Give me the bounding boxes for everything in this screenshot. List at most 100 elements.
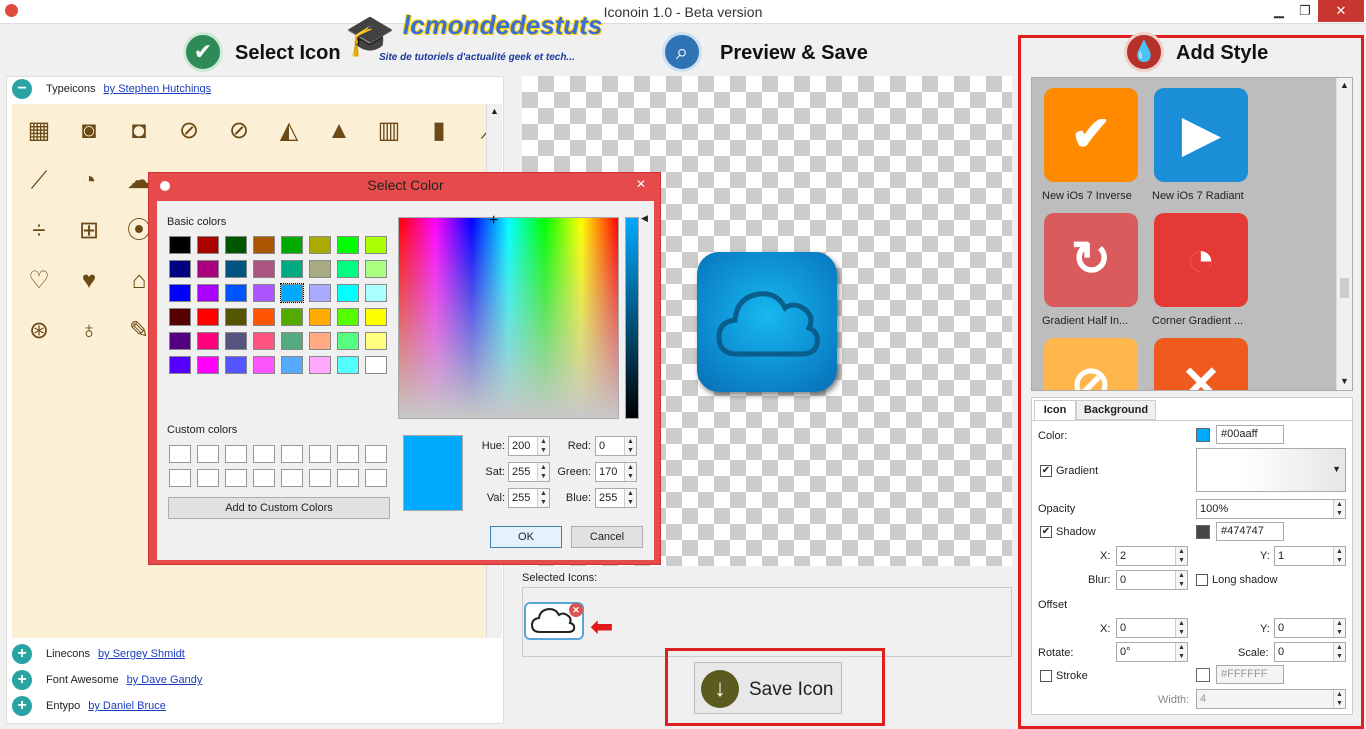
library-author-link[interactable]: by Dave Gandy bbox=[127, 674, 203, 686]
spin-arrows[interactable]: ▲ ▼ bbox=[1333, 643, 1345, 661]
basic-color-swatch[interactable] bbox=[337, 284, 359, 302]
basic-color-swatch[interactable] bbox=[309, 332, 331, 350]
tab-icon[interactable]: Icon bbox=[1034, 400, 1076, 420]
custom-color-swatch[interactable] bbox=[253, 469, 275, 487]
basic-color-swatch[interactable] bbox=[169, 308, 191, 326]
basic-color-swatch[interactable] bbox=[309, 356, 331, 374]
ok-button[interactable]: OK bbox=[490, 526, 562, 548]
spin-arrows[interactable]: ▲ ▼ bbox=[1175, 643, 1187, 661]
add-custom-colors-button[interactable]: Add to Custom Colors bbox=[168, 497, 390, 519]
red-input[interactable]: 0 ▲ ▼ bbox=[595, 436, 637, 456]
basic-color-swatch[interactable] bbox=[253, 308, 275, 326]
val-input[interactable]: 255 ▲ ▼ bbox=[508, 488, 550, 508]
basic-color-swatch[interactable] bbox=[225, 332, 247, 350]
library-icon-item[interactable]: ◘ bbox=[124, 116, 154, 146]
library-icon-item[interactable]: ⊞ bbox=[74, 216, 104, 246]
long-shadow-checkbox[interactable] bbox=[1196, 574, 1208, 586]
spin-arrows[interactable]: ▲ ▼ bbox=[537, 463, 549, 481]
library-icon-item[interactable]: ◔ bbox=[74, 166, 104, 196]
custom-color-swatch[interactable] bbox=[281, 445, 303, 463]
basic-color-swatch[interactable] bbox=[169, 260, 191, 278]
spin-arrows[interactable]: ▲ ▼ bbox=[624, 489, 636, 507]
remove-selected-icon[interactable]: ✕ bbox=[569, 603, 583, 617]
library-icon-item[interactable]: ▲ bbox=[324, 116, 354, 146]
custom-color-swatch[interactable] bbox=[337, 445, 359, 463]
basic-color-swatch[interactable] bbox=[197, 332, 219, 350]
scroll-up-icon[interactable]: ▲ bbox=[1340, 80, 1349, 90]
spin-arrows[interactable]: ▲ ▼ bbox=[624, 437, 636, 455]
expand-icon[interactable]: + bbox=[12, 644, 32, 664]
basic-color-swatch[interactable] bbox=[169, 332, 191, 350]
basic-color-swatch[interactable] bbox=[197, 236, 219, 254]
shadow-y-input[interactable]: 1 ▲ ▼ bbox=[1274, 546, 1346, 566]
basic-color-swatch[interactable] bbox=[225, 284, 247, 302]
basic-color-swatch[interactable] bbox=[365, 332, 387, 350]
custom-color-swatch[interactable] bbox=[169, 445, 191, 463]
scroll-up-icon[interactable]: ▲ bbox=[490, 106, 499, 116]
library-icon-item[interactable]: ♁ bbox=[74, 316, 104, 346]
custom-color-swatch[interactable] bbox=[365, 445, 387, 463]
basic-color-swatch[interactable] bbox=[169, 236, 191, 254]
style-tile[interactable]: ▶ bbox=[1154, 88, 1248, 182]
color-field[interactable]: #00aaff bbox=[1216, 425, 1284, 444]
basic-color-swatch[interactable] bbox=[365, 284, 387, 302]
color-swatch[interactable] bbox=[1196, 428, 1210, 442]
library-icon-item[interactable]: ⊘ bbox=[174, 116, 204, 146]
basic-color-swatch[interactable] bbox=[225, 356, 247, 374]
stroke-checkbox[interactable] bbox=[1040, 670, 1052, 682]
basic-color-swatch[interactable] bbox=[309, 284, 331, 302]
hue-input[interactable]: 200 ▲ ▼ bbox=[508, 436, 550, 456]
library-icon-item[interactable]: ▥ bbox=[374, 116, 404, 146]
scroll-thumb[interactable] bbox=[1340, 278, 1349, 298]
expand-icon[interactable]: + bbox=[12, 696, 32, 716]
gradient-checkbox[interactable]: ✔ bbox=[1040, 465, 1052, 477]
basic-color-swatch[interactable] bbox=[280, 283, 304, 303]
basic-color-swatch[interactable] bbox=[281, 332, 303, 350]
custom-color-swatch[interactable] bbox=[225, 445, 247, 463]
style-tile[interactable]: ⊘ bbox=[1044, 338, 1138, 390]
custom-color-swatch[interactable] bbox=[365, 469, 387, 487]
shadow-x-input[interactable]: 2 ▲ ▼ bbox=[1116, 546, 1188, 566]
library-icon-item[interactable]: ⟋ bbox=[474, 116, 486, 146]
library-icon-item[interactable]: ▮ bbox=[424, 116, 454, 146]
basic-color-swatch[interactable] bbox=[337, 332, 359, 350]
basic-color-swatch[interactable] bbox=[197, 284, 219, 302]
shadow-color-field[interactable]: #474747 bbox=[1216, 522, 1284, 541]
stroke-color-field[interactable]: #FFFFFF bbox=[1216, 665, 1284, 684]
spin-arrows[interactable]: ▲ ▼ bbox=[537, 489, 549, 507]
basic-color-swatch[interactable] bbox=[253, 236, 275, 254]
dialog-close-button[interactable]: ✕ bbox=[627, 175, 655, 193]
library-icon-item[interactable]: ÷ bbox=[24, 216, 54, 246]
basic-color-swatch[interactable] bbox=[365, 308, 387, 326]
gradient-dropdown[interactable]: ▼ bbox=[1196, 448, 1346, 492]
offset-y-input[interactable]: 0 ▲ ▼ bbox=[1274, 618, 1346, 638]
spin-arrows[interactable]: ▲ ▼ bbox=[1175, 547, 1187, 565]
basic-color-swatch[interactable] bbox=[197, 356, 219, 374]
scale-input[interactable]: 0 ▲ ▼ bbox=[1274, 642, 1346, 662]
custom-color-swatch[interactable] bbox=[309, 445, 331, 463]
opacity-input[interactable]: 100% ▲ ▼ bbox=[1196, 499, 1346, 519]
sat-input[interactable]: 255 ▲ ▼ bbox=[508, 462, 550, 482]
custom-color-swatch[interactable] bbox=[281, 469, 303, 487]
value-slider[interactable] bbox=[625, 217, 639, 419]
basic-color-swatch[interactable] bbox=[281, 260, 303, 278]
spin-arrows[interactable]: ▲ ▼ bbox=[1333, 619, 1345, 637]
basic-color-swatch[interactable] bbox=[197, 260, 219, 278]
basic-color-swatch[interactable] bbox=[253, 356, 275, 374]
library-icon-item[interactable]: ⟋ bbox=[24, 166, 54, 196]
basic-color-swatch[interactable] bbox=[253, 284, 275, 302]
library-typeicons[interactable]: − Typeicons by Stephen Hutchings bbox=[12, 78, 211, 100]
library-author-link[interactable]: by Sergey Shmidt bbox=[98, 648, 185, 660]
basic-color-swatch[interactable] bbox=[281, 308, 303, 326]
library-font-awesome[interactable]: + Font Awesome by Dave Gandy bbox=[12, 669, 202, 691]
library-linecons[interactable]: + Linecons by Sergey Shmidt bbox=[12, 643, 185, 665]
width-input[interactable]: 4 ▲ ▼ bbox=[1196, 689, 1346, 709]
spin-arrows[interactable]: ▲ ▼ bbox=[537, 437, 549, 455]
basic-color-swatch[interactable] bbox=[337, 308, 359, 326]
maximize-button[interactable]: ❐ bbox=[1290, 0, 1320, 22]
basic-color-swatch[interactable] bbox=[281, 236, 303, 254]
hue-sat-picker[interactable]: + bbox=[398, 212, 619, 419]
basic-color-swatch[interactable] bbox=[337, 356, 359, 374]
library-icon-item[interactable]: ▦ bbox=[24, 116, 54, 146]
library-icon-item[interactable]: ♥ bbox=[74, 266, 104, 296]
